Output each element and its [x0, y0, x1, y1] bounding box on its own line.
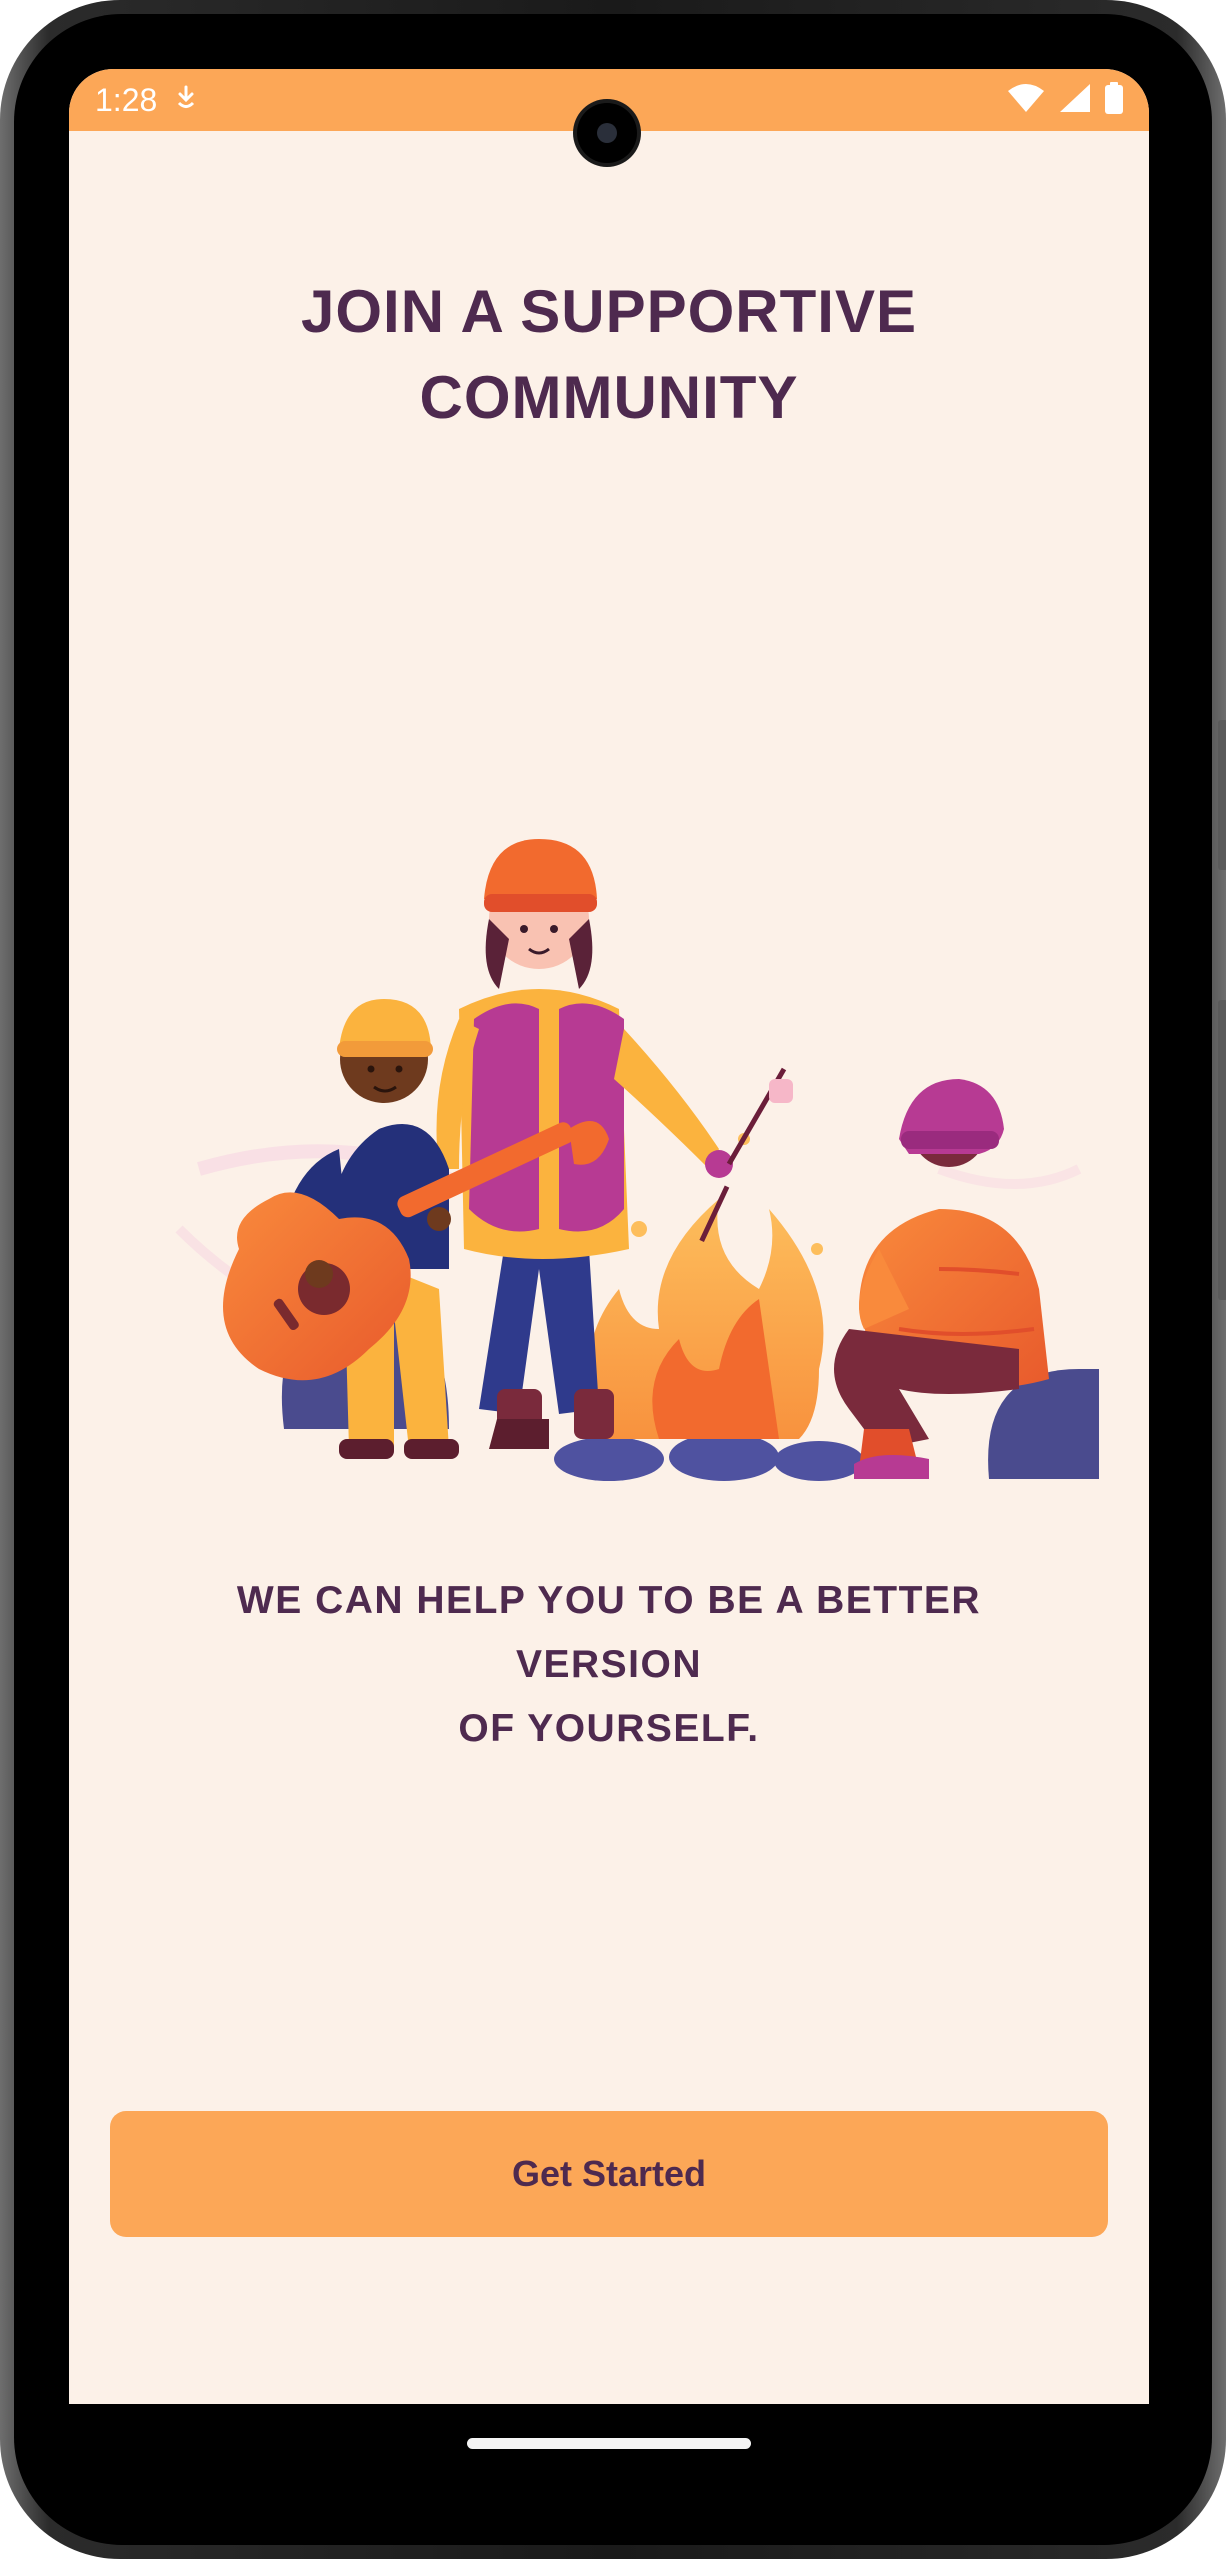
subtitle-line-2: OF YOURSELF.	[458, 1707, 760, 1750]
page-subtitle: WE CAN HELP YOU TO BE A BETTER VERSION O…	[139, 1569, 1079, 1761]
app-screen: 1:28 JOIN A SUPPORTIVE COMMUNITY WE CAN …	[69, 69, 1149, 2404]
campfire-community-illustration	[175, 839, 1099, 1481]
battery-icon	[1105, 81, 1123, 119]
get-started-button[interactable]: Get Started	[110, 2111, 1108, 2237]
status-right	[1007, 81, 1123, 119]
download-icon	[175, 82, 197, 119]
signal-icon	[1059, 83, 1091, 118]
wifi-icon	[1007, 83, 1045, 118]
volume-button	[1218, 1000, 1226, 1300]
power-button	[1218, 720, 1226, 870]
status-time: 1:28	[95, 81, 158, 118]
gesture-nav-bar	[69, 2404, 1149, 2504]
page-title: JOIN A SUPPORTIVE COMMUNITY	[69, 269, 1149, 441]
status-left: 1:28	[95, 82, 197, 119]
home-indicator[interactable]	[467, 2438, 751, 2449]
title-line-1: JOIN A SUPPORTIVE	[300, 278, 917, 345]
front-camera	[577, 103, 637, 163]
title-line-2: COMMUNITY	[419, 364, 799, 431]
subtitle-line-1: WE CAN HELP YOU TO BE A BETTER VERSION	[236, 1579, 982, 1686]
